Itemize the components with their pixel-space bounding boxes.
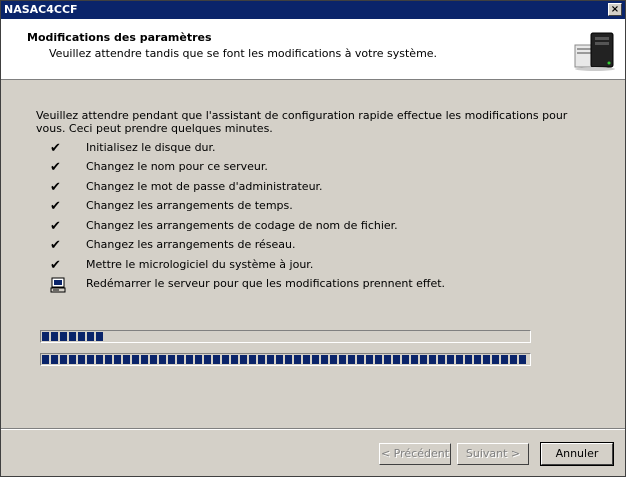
back-button[interactable]: < Précédent bbox=[379, 443, 451, 465]
check-icon: ✔ bbox=[50, 199, 61, 214]
header-subtitle: Veuillez attendre tandis que se font les… bbox=[49, 47, 438, 60]
wizard-header: Modifications des paramètres Veuillez at… bbox=[1, 19, 625, 80]
check-icon: ✔ bbox=[50, 238, 61, 253]
overall-progress-fill bbox=[42, 355, 526, 364]
header-title: Modifications des paramètres bbox=[27, 31, 212, 44]
step-label: Mettre le micrologiciel du système à jou… bbox=[86, 258, 314, 271]
step-item: ✔ Mettre le micrologiciel du système à j… bbox=[46, 258, 566, 274]
wizard-window: NASAC4CCF × Modifications des paramètres… bbox=[0, 0, 626, 477]
step-label: Initialisez le disque dur. bbox=[86, 141, 216, 154]
computer-icon bbox=[50, 277, 66, 293]
step-label: Changez les arrangements de temps. bbox=[86, 199, 293, 212]
check-icon: ✔ bbox=[50, 160, 61, 175]
overall-progress-bar bbox=[40, 353, 531, 366]
title-bar: NASAC4CCF × bbox=[1, 1, 625, 19]
check-icon: ✔ bbox=[50, 219, 61, 234]
check-icon: ✔ bbox=[50, 141, 61, 156]
cancel-button[interactable]: Annuler bbox=[540, 442, 614, 466]
step-item: ✔ Initialisez le disque dur. bbox=[46, 141, 566, 157]
step-item: ✔ Changez les arrangements de codage de … bbox=[46, 219, 566, 235]
current-progress-fill bbox=[42, 332, 103, 341]
step-label: Changez le mot de passe d'administrateur… bbox=[86, 180, 323, 193]
step-label: Changez le nom pour ce serveur. bbox=[86, 160, 268, 173]
step-item: Redémarrer le serveur pour que les modif… bbox=[46, 277, 566, 293]
current-step-progress-bar bbox=[40, 330, 531, 343]
step-item: ✔ Changez les arrangements de réseau. bbox=[46, 238, 566, 254]
window-title: NASAC4CCF bbox=[4, 3, 78, 16]
close-button[interactable]: × bbox=[608, 3, 622, 16]
step-item: ✔ Changez le mot de passe d'administrate… bbox=[46, 180, 566, 196]
step-label: Redémarrer le serveur pour que les modif… bbox=[86, 277, 446, 290]
next-button[interactable]: Suivant > bbox=[457, 443, 529, 465]
step-label: Changez les arrangements de codage de no… bbox=[86, 219, 398, 232]
check-icon: ✔ bbox=[50, 180, 61, 195]
close-icon: × bbox=[610, 4, 620, 15]
step-item: ✔ Changez le nom pour ce serveur. bbox=[46, 160, 566, 176]
step-label: Changez les arrangements de réseau. bbox=[86, 238, 296, 251]
step-item: ✔ Changez les arrangements de temps. bbox=[46, 199, 566, 215]
intro-text: Veuillez attendre pendant que l'assistan… bbox=[36, 109, 568, 135]
footer-divider bbox=[1, 428, 625, 430]
server-computer-icon bbox=[574, 32, 615, 71]
check-icon: ✔ bbox=[50, 258, 61, 273]
